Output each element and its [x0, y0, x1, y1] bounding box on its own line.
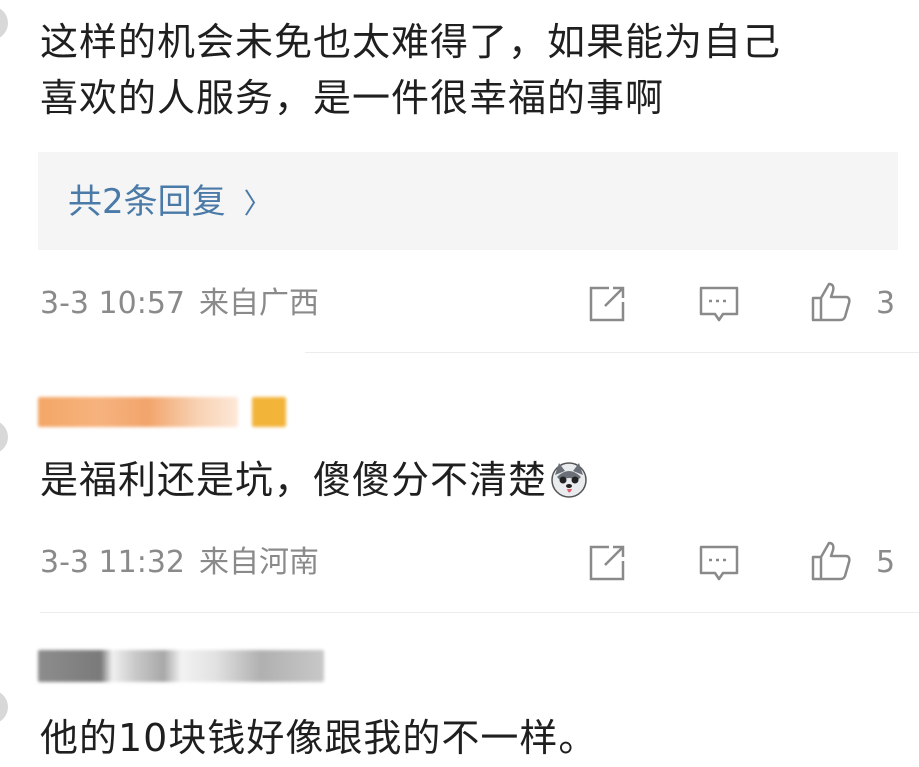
comment-text: 喜欢的人服务，是一件很幸福的事啊	[40, 76, 665, 120]
share-icon[interactable]	[585, 541, 629, 585]
thumbs-up-icon[interactable]	[809, 539, 853, 583]
comment-icon[interactable]	[697, 541, 741, 585]
comment-text-content: 是福利还是坑，傻傻分不清楚	[40, 458, 548, 502]
user-badge	[252, 397, 286, 427]
like-count: 3	[876, 286, 896, 321]
avatar[interactable]	[0, 690, 8, 724]
avatar[interactable]	[0, 6, 8, 40]
comment-text: 这样的机会未免也太难得了，如果能为自己	[40, 20, 782, 64]
username-redacted[interactable]	[38, 650, 324, 682]
avatar[interactable]	[0, 420, 8, 454]
share-icon[interactable]	[585, 282, 629, 326]
comment-time: 3-3 10:57	[40, 286, 185, 321]
comment-text: 是福利还是坑，傻傻分不清楚	[40, 454, 589, 506]
comment-meta: 3-3 11:32 来自河南	[40, 543, 319, 583]
divider	[40, 612, 919, 613]
like-count: 5	[876, 545, 896, 580]
chevron-right-icon: 〉	[243, 187, 272, 220]
divider	[305, 352, 919, 353]
username-redacted[interactable]	[38, 397, 238, 427]
husky-emoji-icon	[551, 462, 587, 498]
comment-text: 他的10块钱好像跟我的不一样。	[40, 716, 598, 760]
replies-label: 共2条回复	[68, 182, 226, 222]
view-replies-link[interactable]: 共2条回复〉	[68, 180, 272, 226]
comment-icon[interactable]	[697, 282, 741, 326]
replies-panel[interactable]: 共2条回复〉	[38, 152, 898, 250]
comment-meta: 3-3 10:57 来自广西	[40, 284, 319, 324]
thumbs-up-icon[interactable]	[809, 280, 853, 324]
comment-location: 来自广西	[199, 286, 319, 321]
comment-time: 3-3 11:32	[40, 545, 185, 580]
comment-location: 来自河南	[199, 545, 319, 580]
